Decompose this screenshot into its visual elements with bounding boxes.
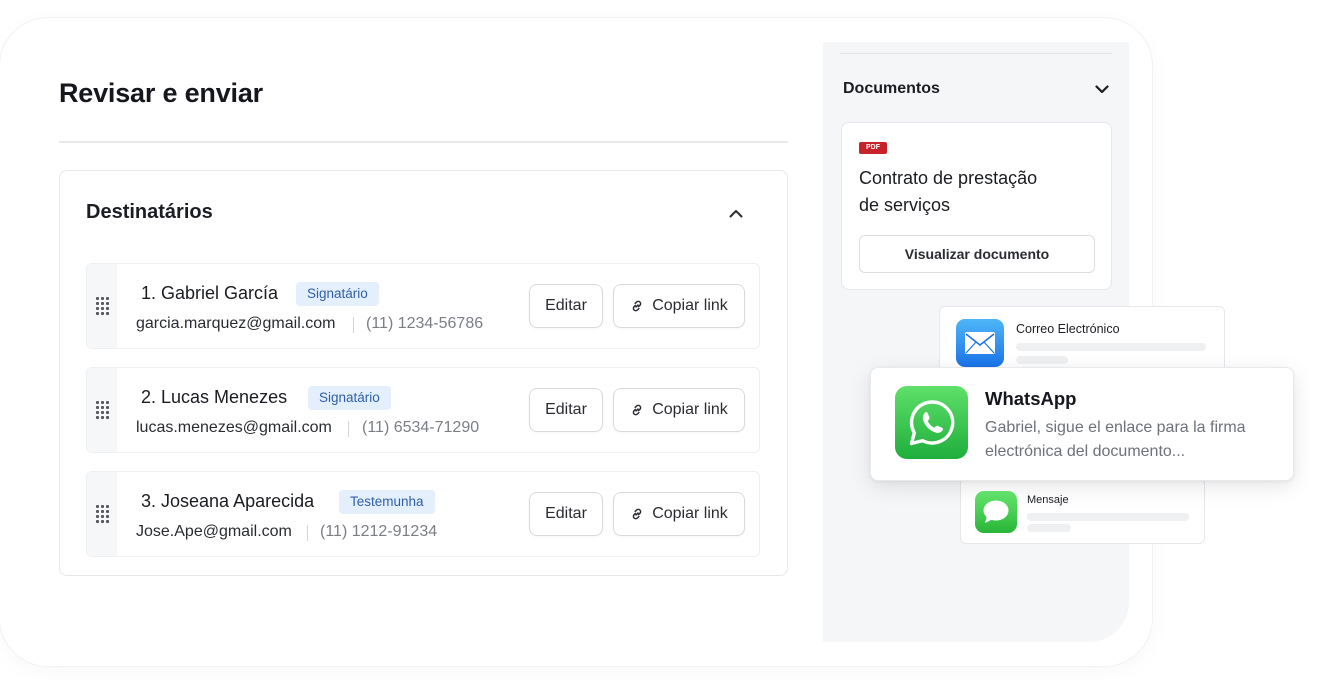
recipients-panel: Destinatários 1. Gabriel García Signatár… xyxy=(59,170,788,576)
recipient-name: 3. Joseana Aparecida xyxy=(141,491,315,511)
recipient-phone: (11) 1212-91234 xyxy=(320,523,438,540)
copy-link-label: Copiar link xyxy=(652,297,728,314)
drag-handle-icon xyxy=(95,505,109,523)
recipient-row: 2. Lucas Menezes Signatário lucas.meneze… xyxy=(86,367,760,453)
message-notification: Mensaje xyxy=(960,478,1205,544)
link-icon xyxy=(632,508,642,520)
sidebar-divider xyxy=(840,53,1112,54)
placeholder-line xyxy=(1016,343,1206,351)
separator xyxy=(348,421,349,437)
documents-toggle[interactable] xyxy=(1090,78,1114,100)
message-label: Mensaje xyxy=(1027,494,1069,506)
pdf-badge: PDF xyxy=(859,142,887,154)
recipient-email: garcia.marquez@gmail.com xyxy=(136,315,336,332)
placeholder-line xyxy=(1027,513,1189,521)
recipient-name: 2. Lucas Menezes xyxy=(141,387,288,407)
edit-button[interactable]: Editar xyxy=(529,388,603,432)
document-card: PDF Contrato de prestação de serviços Vi… xyxy=(841,122,1112,290)
whatsapp-app-icon xyxy=(895,386,968,459)
recipient-email: Jose.Ape@gmail.com xyxy=(136,523,292,540)
collapse-button[interactable] xyxy=(724,201,748,225)
role-badge: Signatário xyxy=(296,282,379,306)
drag-handle[interactable] xyxy=(87,368,117,452)
documents-title: Documentos xyxy=(843,80,940,97)
recipient-name: 1. Gabriel García xyxy=(141,283,279,303)
drag-handle[interactable] xyxy=(87,472,117,556)
document-name-line: de serviços xyxy=(859,195,951,215)
recipient-email: lucas.menezes@gmail.com xyxy=(136,419,332,436)
copy-link-label: Copiar link xyxy=(652,401,728,418)
role-badge: Testemunha xyxy=(339,490,435,514)
copy-link-button[interactable]: Copiar link xyxy=(613,284,745,328)
recipient-phone: (11) 1234-56786 xyxy=(366,315,484,332)
drag-handle-icon xyxy=(95,297,109,315)
whatsapp-message: Gabriel, sigue el enlace para la firma e… xyxy=(985,419,1246,460)
link-icon xyxy=(632,300,642,312)
chat-bubble-icon xyxy=(983,500,1009,523)
document-name-line: Contrato de prestação xyxy=(859,168,1038,188)
role-badge: Signatário xyxy=(308,386,391,410)
title-divider xyxy=(59,141,788,143)
placeholder-line xyxy=(1027,524,1071,532)
recipient-row: 1. Gabriel García Signatário garcia.marq… xyxy=(86,263,760,349)
separator xyxy=(353,317,354,333)
recipient-row: 3. Joseana Aparecida Testemunha Jose.Ape… xyxy=(86,471,760,557)
whatsapp-title: WhatsApp xyxy=(985,388,1077,409)
messages-app-icon xyxy=(975,491,1017,533)
copy-link-button[interactable]: Copiar link xyxy=(613,388,745,432)
view-document-button[interactable]: Visualizar documento xyxy=(859,235,1095,273)
placeholder-line xyxy=(1016,356,1068,364)
edit-button[interactable]: Editar xyxy=(529,492,603,536)
mail-app-icon xyxy=(956,319,1004,367)
chevron-up-icon xyxy=(729,209,743,217)
copy-link-button[interactable]: Copiar link xyxy=(613,492,745,536)
copy-link-label: Copiar link xyxy=(652,505,728,522)
edit-button[interactable]: Editar xyxy=(529,284,603,328)
email-label: Correo Electrónico xyxy=(1016,322,1120,336)
document-name: Contrato de prestação de serviços xyxy=(859,165,1089,219)
recipients-title: Destinatários xyxy=(86,201,213,223)
recipient-phone: (11) 6534-71290 xyxy=(362,419,480,436)
link-icon xyxy=(632,404,642,416)
drag-handle[interactable] xyxy=(87,264,117,348)
envelope-icon xyxy=(965,332,995,354)
whatsapp-notification[interactable]: WhatsApp Gabriel, sigue el enlace para l… xyxy=(870,367,1294,481)
page-title: Revisar e enviar xyxy=(59,78,263,108)
chevron-down-icon xyxy=(1095,84,1109,93)
separator xyxy=(307,525,308,541)
whatsapp-icon xyxy=(909,399,954,445)
drag-handle-icon xyxy=(95,401,109,419)
